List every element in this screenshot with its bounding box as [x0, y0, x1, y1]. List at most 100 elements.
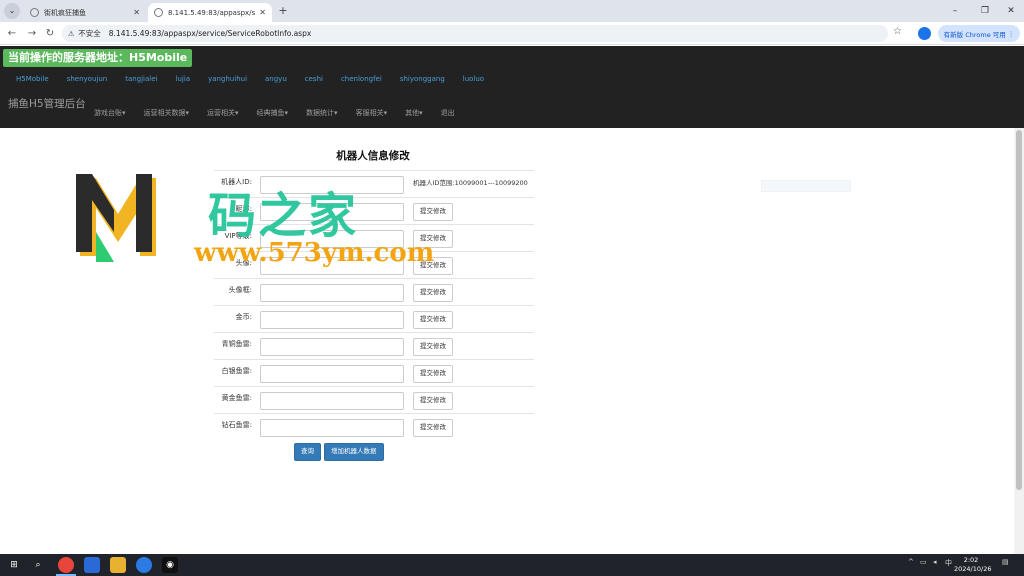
- submit-avatar-frame-button[interactable]: 提交修改: [413, 284, 453, 302]
- minimize-icon[interactable]: –: [942, 3, 968, 19]
- warning-icon: ⚠: [68, 29, 75, 38]
- menu-item-logout[interactable]: 退出: [441, 108, 455, 118]
- menu-item-statistics[interactable]: 数据统计▾: [306, 108, 338, 118]
- field-label: 白银鱼雷:: [221, 367, 252, 375]
- form-row-gold: 金币: 提交修改: [214, 305, 534, 332]
- submit-silver-torpedo-button[interactable]: 提交修改: [413, 365, 453, 383]
- server-link[interactable]: luoluo: [463, 75, 484, 87]
- app-icon[interactable]: [84, 557, 100, 573]
- browser-tab-bar: ⌄ 街机疯狂捕鱼 ✕ 8.141.5.49:83/appaspx/servic …: [0, 0, 1024, 22]
- file-explorer-icon[interactable]: [110, 557, 126, 573]
- volume-icon[interactable]: ◂: [933, 558, 937, 566]
- server-list: H5Mobile shenyoujun tangjialei lujia yan…: [16, 75, 502, 87]
- menu-item-other[interactable]: 其他▾: [405, 108, 423, 118]
- menu-item-customer-service[interactable]: 客服相关▾: [356, 108, 388, 118]
- address-bar: ← → ↻ ⚠ 不安全 8.141.5.49:83/appaspx/servic…: [0, 22, 1024, 45]
- site-header: 当前操作的服务器地址：H5Mobile H5Mobile shenyoujun …: [0, 46, 1024, 128]
- server-link[interactable]: lujia: [176, 75, 191, 87]
- field-label: 钻石鱼雷:: [221, 421, 252, 429]
- url-text: 8.141.5.49:83/appaspx/service/ServiceRob…: [108, 29, 312, 38]
- gold-torpedo-input[interactable]: [260, 392, 404, 410]
- diamond-torpedo-input[interactable]: [260, 419, 404, 437]
- globe-icon: [30, 8, 39, 17]
- form-row-silver-torpedo: 白银鱼雷: 提交修改: [214, 359, 534, 386]
- browser-tab-2[interactable]: 8.141.5.49:83/appaspx/servic ✕: [148, 3, 272, 22]
- tray-chevron-icon[interactable]: ^: [908, 558, 914, 566]
- menu-item-classic-fishing[interactable]: 经典捕鱼▾: [257, 108, 289, 118]
- watermark-text: 码之家: [208, 188, 359, 244]
- server-title: 当前操作的服务器地址：H5Mobile: [3, 49, 193, 67]
- profile-avatar-icon[interactable]: [918, 27, 931, 40]
- form-row-avatar-frame: 头像框: 提交修改: [214, 278, 534, 305]
- gold-input[interactable]: [260, 311, 404, 329]
- chrome-icon[interactable]: [58, 557, 74, 573]
- clock-date: 2024/10/26: [954, 565, 992, 573]
- server-link[interactable]: H5Mobile: [16, 75, 49, 87]
- avatar-frame-input[interactable]: [260, 284, 404, 302]
- network-icon[interactable]: ▭: [920, 558, 927, 566]
- search-icon[interactable]: ⌕: [30, 557, 46, 573]
- chrome-update-button[interactable]: 有新版 Chrome 可用 ⋮: [938, 25, 1020, 42]
- tab-search-icon[interactable]: ⌄: [4, 3, 20, 19]
- url-input[interactable]: ⚠ 不安全 8.141.5.49:83/appaspx/service/Serv…: [62, 25, 888, 42]
- windows-start-icon[interactable]: ⊞: [6, 557, 22, 573]
- taskbar-clock[interactable]: 2:02 2024/10/26: [954, 556, 992, 574]
- site-brand[interactable]: 捕鱼H5管理后台: [8, 96, 86, 111]
- server-link[interactable]: tangjialei: [125, 75, 157, 87]
- reload-icon[interactable]: ↻: [42, 26, 58, 41]
- watermark-logo-icon: [76, 174, 156, 262]
- qq-icon[interactable]: ◉: [162, 557, 178, 573]
- submit-gold-button[interactable]: 提交修改: [413, 311, 453, 329]
- server-link[interactable]: shenyoujun: [67, 75, 108, 87]
- form-row-diamond-torpedo: 钻石鱼雷: 提交修改: [214, 413, 534, 440]
- field-label: 头像框:: [228, 286, 252, 294]
- submit-nickname-button[interactable]: 提交修改: [413, 203, 453, 221]
- submit-diamond-torpedo-button[interactable]: 提交修改: [413, 419, 453, 437]
- clock-time: 2:02: [963, 556, 979, 564]
- submit-gold-torpedo-button[interactable]: 提交修改: [413, 392, 453, 410]
- query-button[interactable]: 查询: [294, 443, 321, 461]
- form-row-gold-torpedo: 黄金鱼雷: 提交修改: [214, 386, 534, 413]
- globe-icon: [154, 8, 163, 17]
- page-title: 机器人信息修改: [336, 150, 410, 162]
- menu-item-ops-data[interactable]: 运营相关数据▾: [144, 108, 190, 118]
- form-row-bronze-torpedo: 青铜鱼雷: 提交修改: [214, 332, 534, 359]
- tab-title: 8.141.5.49:83/appaspx/servic: [168, 8, 256, 17]
- add-robot-button[interactable]: 增加机器人数据: [324, 443, 384, 461]
- field-label: 青铜鱼雷:: [221, 340, 252, 348]
- scrollbar-thumb[interactable]: [1016, 130, 1022, 490]
- notification-icon[interactable]: ▤: [1002, 558, 1009, 566]
- submit-bronze-torpedo-button[interactable]: 提交修改: [413, 338, 453, 356]
- faint-search-box[interactable]: [761, 180, 851, 192]
- security-label: 不安全: [78, 29, 101, 38]
- server-link[interactable]: yanghuihui: [208, 75, 247, 87]
- field-label: 金币:: [235, 313, 252, 321]
- bookmark-star-icon[interactable]: ☆: [893, 26, 902, 37]
- close-icon[interactable]: ✕: [259, 8, 266, 17]
- ime-indicator[interactable]: 中: [945, 558, 952, 568]
- form-actions: 查询 增加机器人数据: [294, 443, 387, 461]
- main-menu: 游戏台账▾ 运营相关数据▾ 运营相关▾ 经典捕鱼▾ 数据统计▾ 客服相关▾ 其他…: [94, 108, 473, 118]
- page-scrollbar[interactable]: [1014, 128, 1024, 554]
- browser-tab-1[interactable]: 街机疯狂捕鱼 ✕: [24, 3, 146, 22]
- silver-torpedo-input[interactable]: [260, 365, 404, 383]
- bronze-torpedo-input[interactable]: [260, 338, 404, 356]
- menu-item-game-ledger[interactable]: 游戏台账▾: [94, 108, 126, 118]
- server-link[interactable]: shiyonggang: [400, 75, 445, 87]
- server-link[interactable]: angyu: [265, 75, 287, 87]
- server-link[interactable]: ceshi: [305, 75, 323, 87]
- close-window-icon[interactable]: ✕: [998, 3, 1024, 19]
- menu-item-ops[interactable]: 运营相关▾: [207, 108, 239, 118]
- server-link[interactable]: chenlongfei: [341, 75, 382, 87]
- robot-id-range-hint: 机器人ID范围:10099001---10099200: [413, 179, 528, 187]
- close-icon[interactable]: ✕: [133, 8, 140, 17]
- back-icon[interactable]: ←: [4, 26, 20, 41]
- restore-icon[interactable]: ❐: [972, 3, 998, 19]
- main-content: 机器人信息修改 机器人ID: 机器人ID范围:10099001---100992…: [0, 128, 1014, 554]
- windows-taskbar: ⊞ ⌕ ◉ ^ ▭ ◂ 中 2:02 2024/10/26 ▤: [0, 554, 1024, 576]
- tab-title: 街机疯狂捕鱼: [44, 8, 86, 17]
- new-tab-button[interactable]: +: [276, 3, 290, 19]
- update-label: 有新版 Chrome 可用: [943, 30, 1006, 39]
- forward-icon[interactable]: →: [24, 26, 40, 41]
- browser-icon[interactable]: [136, 557, 152, 573]
